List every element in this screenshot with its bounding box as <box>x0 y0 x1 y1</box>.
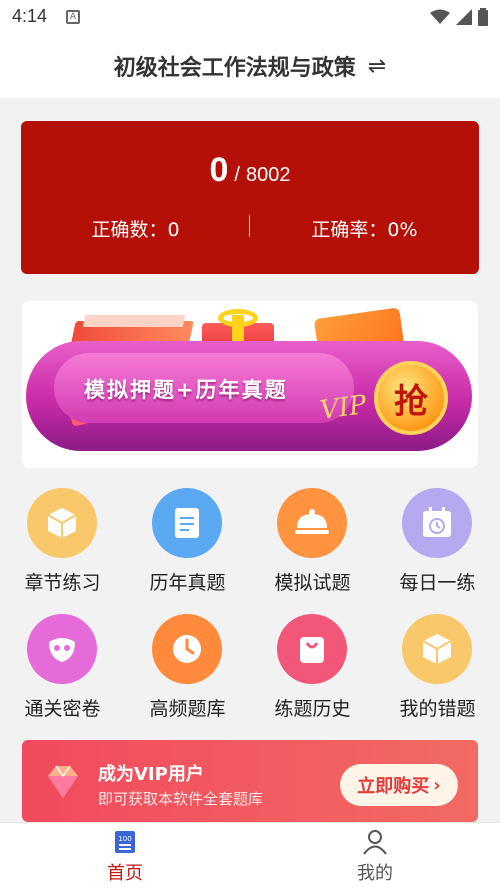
grid-item-label: 每日一练 <box>399 572 476 594</box>
status-bar: 4:14 A <box>0 0 500 34</box>
vip-bar[interactable]: 成为VIP用户 即可获取本软件全套题库 立即购买 › <box>22 740 478 822</box>
document-icon <box>152 488 222 558</box>
grab-button[interactable]: 抢 <box>374 361 448 435</box>
diamond-icon <box>48 765 78 798</box>
stat-divider <box>249 215 250 237</box>
bottom-tab-bar: 100 首页 我的 <box>0 822 500 888</box>
correct-count: 正确数：0 <box>91 219 180 241</box>
mask-icon <box>27 614 97 684</box>
score-separator: / <box>234 164 240 186</box>
tab-label: 首页 <box>107 863 143 884</box>
grid-item-high-frequency[interactable]: 高频题库 <box>125 614 250 732</box>
cube-icon <box>27 488 97 558</box>
grid-item-pass-papers[interactable]: 通关密卷 <box>0 614 125 732</box>
header: 初级社会工作法规与政策 ⇌ <box>0 34 500 98</box>
vip-subtitle: 即可获取本软件全套题库 <box>98 790 264 808</box>
score-progress: 0/8002 <box>21 151 479 190</box>
score-stats: 正确数：0 正确率：0% <box>21 215 479 242</box>
tab-home[interactable]: 100 首页 <box>0 823 250 888</box>
buy-now-label: 立即购买 <box>357 776 430 797</box>
promo-banner[interactable]: 模拟押题+历年真题 VIP 抢 <box>22 301 478 468</box>
grid-item-label: 模拟试题 <box>274 572 351 594</box>
score-total: 8002 <box>245 164 291 186</box>
tab-label: 我的 <box>357 863 393 884</box>
grid-item-daily-practice[interactable]: 每日一练 <box>375 488 500 606</box>
grid-item-practice-history[interactable]: 练题历史 <box>250 614 375 732</box>
score-current: 0 <box>209 151 229 189</box>
gift-bow <box>218 309 258 327</box>
grid-item-label: 练题历史 <box>274 698 351 720</box>
banner-text: 模拟押题+历年真题 <box>84 378 288 402</box>
status-time: 4:14 <box>12 6 48 26</box>
battery-icon <box>478 8 488 26</box>
status-icons <box>430 8 488 26</box>
wifi-icon <box>430 9 450 24</box>
vip-title: 成为VIP用户 <box>98 764 204 785</box>
banner-vip-text: VIP <box>318 389 369 427</box>
calendar-history-icon <box>402 488 472 558</box>
a-notification-icon: A <box>66 10 80 24</box>
signal-icon <box>456 9 472 25</box>
svg-text:100: 100 <box>118 835 131 843</box>
grid-item-past-exams[interactable]: 历年真题 <box>125 488 250 606</box>
grid-item-chapter-practice[interactable]: 章节练习 <box>0 488 125 606</box>
grid-item-label: 通关密卷 <box>24 698 101 720</box>
bag-icon <box>277 614 347 684</box>
grid-item-my-mistakes[interactable]: 我的错题 <box>375 614 500 732</box>
chevron-right-icon: › <box>433 774 441 796</box>
grid-item-label: 历年真题 <box>149 572 226 594</box>
grid-item-label: 章节练习 <box>24 572 101 594</box>
correct-rate: 正确率：0% <box>311 219 418 241</box>
page-title: 初级社会工作法规与政策 <box>113 56 356 81</box>
cube-icon <box>402 614 472 684</box>
person-icon <box>363 830 387 855</box>
grid-item-mock-exams[interactable]: 模拟试题 <box>250 488 375 606</box>
cloche-icon <box>277 488 347 558</box>
grid-item-label: 我的错题 <box>399 698 476 720</box>
swap-arrows-icon[interactable]: ⇌ <box>368 54 386 79</box>
score-card: 0/8002 正确数：0 正确率：0% <box>21 121 479 274</box>
grid-item-label: 高频题库 <box>149 698 226 720</box>
buy-now-button[interactable]: 立即购买 › <box>340 764 458 806</box>
book-page-illustration <box>82 315 186 327</box>
clock-icon <box>152 614 222 684</box>
home-book-icon: 100 <box>115 831 135 853</box>
tab-profile[interactable]: 我的 <box>250 823 500 888</box>
